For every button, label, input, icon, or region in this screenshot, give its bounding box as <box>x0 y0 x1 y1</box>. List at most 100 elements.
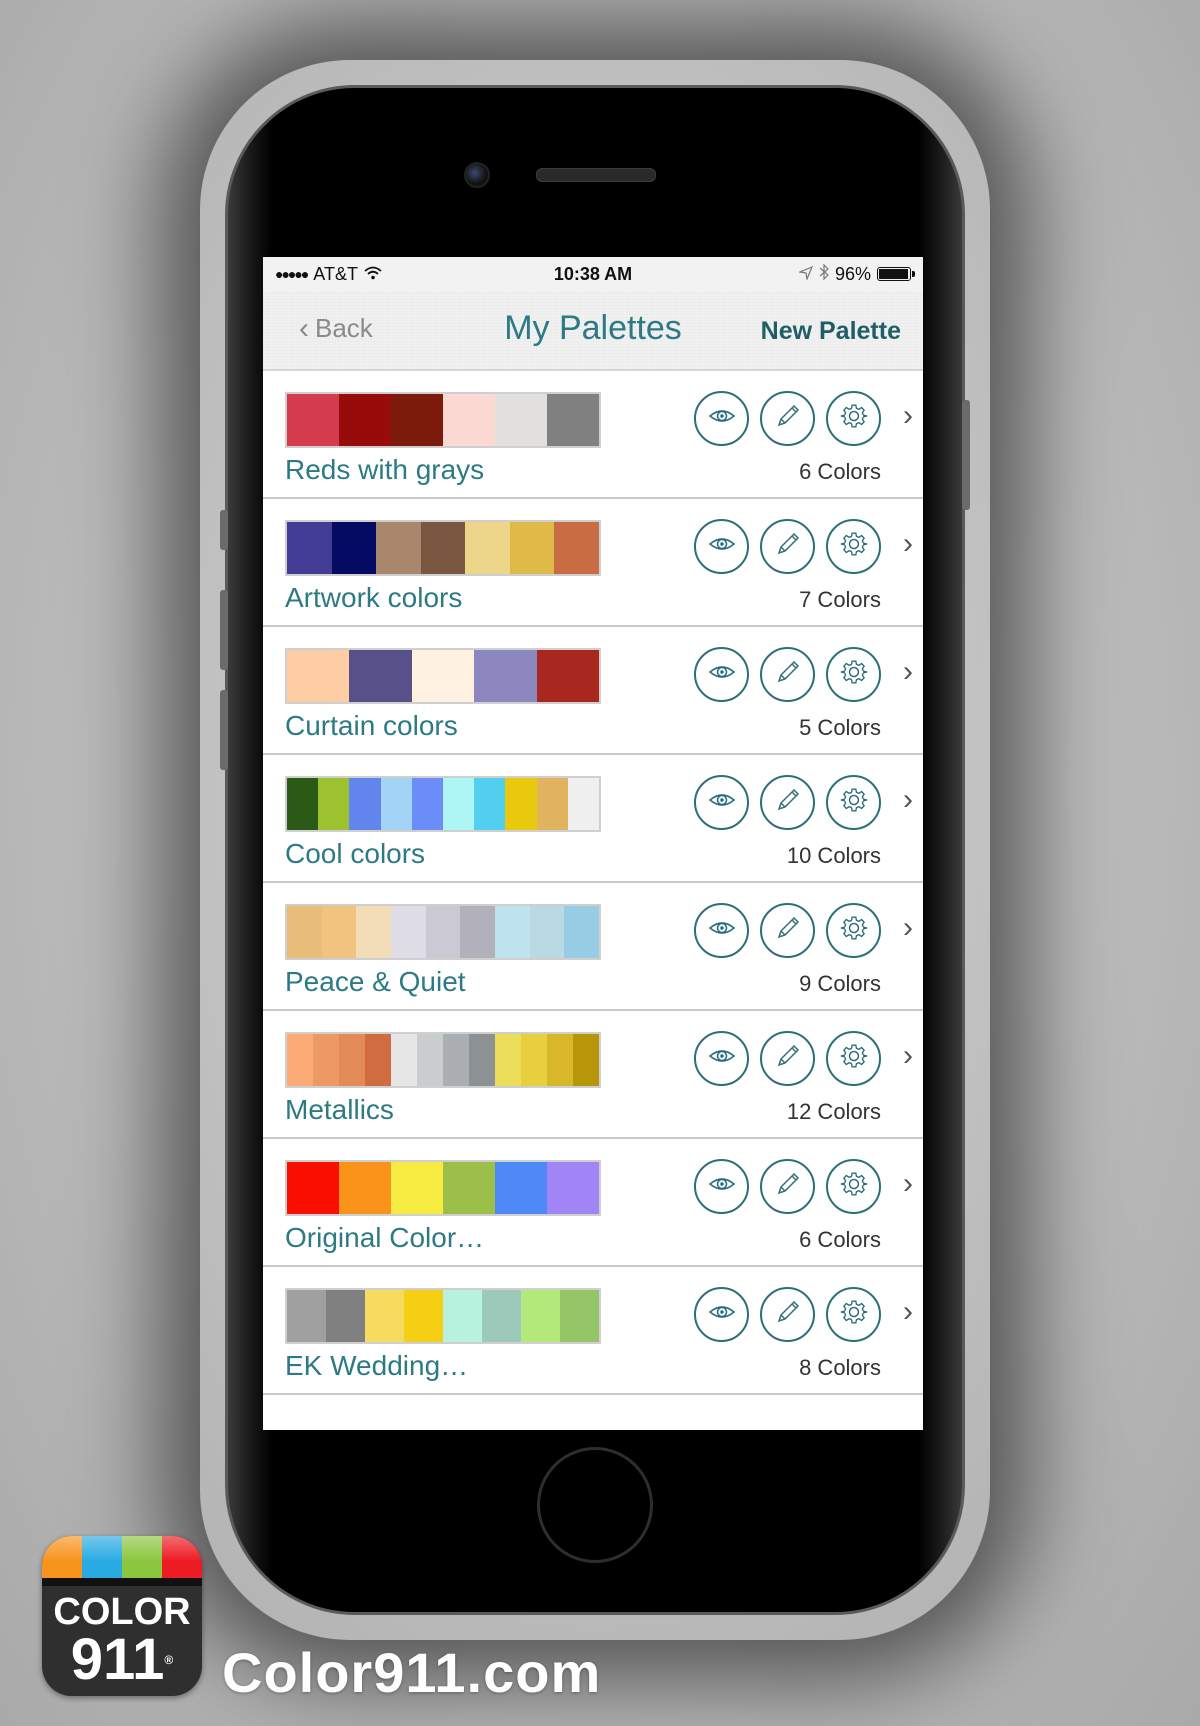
eye-icon <box>707 529 737 564</box>
palette-name[interactable]: Peace & Quiet <box>285 966 466 998</box>
view-palette-button[interactable] <box>694 1287 749 1342</box>
chevron-right-icon[interactable]: › <box>903 399 913 433</box>
view-palette-button[interactable] <box>694 647 749 702</box>
color-swatch <box>391 1162 443 1214</box>
palette-settings-button[interactable] <box>826 519 881 574</box>
palette-settings-button[interactable] <box>826 775 881 830</box>
color-swatch <box>460 906 496 958</box>
palette-actions <box>694 1159 881 1214</box>
color-swatch <box>465 522 510 574</box>
color-swatch <box>443 1034 469 1086</box>
view-palette-button[interactable] <box>694 519 749 574</box>
color-swatch <box>560 1290 599 1342</box>
color-swatch <box>495 1034 521 1086</box>
color-swatch <box>391 394 443 446</box>
palette-settings-button[interactable] <box>826 647 881 702</box>
palette-color-count: 6 Colors <box>799 459 881 484</box>
color-swatch <box>349 778 381 830</box>
palette-settings-button[interactable] <box>826 903 881 958</box>
edit-palette-button[interactable] <box>760 775 815 830</box>
logo-number: 911® <box>42 1631 202 1689</box>
palette-swatches[interactable] <box>285 520 601 576</box>
color-swatch <box>391 906 426 958</box>
color-swatch <box>509 522 555 574</box>
palette-name[interactable]: Cool colors <box>285 838 425 870</box>
palette-settings-button[interactable] <box>826 1287 881 1342</box>
chevron-right-icon[interactable]: › <box>903 1167 913 1201</box>
color-swatch <box>443 778 475 830</box>
palette-row[interactable]: Reds with grays 6 Colors › <box>263 371 923 499</box>
palette-row[interactable]: Cool colors 10 Colors › <box>263 755 923 883</box>
gear-icon <box>839 1041 869 1076</box>
power-button <box>962 400 970 510</box>
edit-palette-button[interactable] <box>760 391 815 446</box>
edit-palette-button[interactable] <box>760 519 815 574</box>
color-swatch <box>564 906 600 958</box>
gear-icon <box>839 401 869 436</box>
palette-swatches[interactable] <box>285 1288 601 1344</box>
palette-settings-button[interactable] <box>826 1159 881 1214</box>
edit-palette-button[interactable] <box>760 1159 815 1214</box>
palette-name[interactable]: Original Color… <box>285 1222 484 1254</box>
palette-swatches[interactable] <box>285 1160 601 1216</box>
edit-palette-button[interactable] <box>760 1287 815 1342</box>
chevron-right-icon[interactable]: › <box>903 783 913 817</box>
color-swatch <box>547 394 599 446</box>
color-swatch <box>443 1162 495 1214</box>
view-palette-button[interactable] <box>694 1159 749 1214</box>
palette-name[interactable]: Reds with grays <box>285 454 484 486</box>
palette-row[interactable]: Curtain colors 5 Colors › <box>263 627 923 755</box>
color-swatch <box>521 1290 560 1342</box>
color-swatch <box>287 906 322 958</box>
palette-actions <box>694 775 881 830</box>
palette-swatches[interactable] <box>285 648 601 704</box>
color-swatch <box>365 1290 404 1342</box>
palette-swatches[interactable] <box>285 392 601 448</box>
chevron-right-icon[interactable]: › <box>903 1295 913 1329</box>
signal-strength-icon: ●●●●● <box>275 266 309 282</box>
home-button[interactable] <box>537 1447 653 1563</box>
chevron-right-icon[interactable]: › <box>903 527 913 561</box>
edit-palette-button[interactable] <box>760 1031 815 1086</box>
color-swatch <box>356 906 392 958</box>
palette-name[interactable]: Metallics <box>285 1094 394 1126</box>
view-palette-button[interactable] <box>694 391 749 446</box>
view-palette-button[interactable] <box>694 1031 749 1086</box>
palette-swatches[interactable] <box>285 1032 601 1088</box>
view-palette-button[interactable] <box>694 903 749 958</box>
battery-icon <box>877 267 915 281</box>
palette-name[interactable]: Artwork colors <box>285 582 462 614</box>
edit-palette-button[interactable] <box>760 903 815 958</box>
palette-row[interactable]: Metallics 12 Colors › <box>263 1011 923 1139</box>
color-swatch <box>482 1290 521 1342</box>
color-swatch <box>495 906 530 958</box>
palette-name[interactable]: Curtain colors <box>285 710 458 742</box>
color-swatch <box>287 1162 339 1214</box>
volume-down-button <box>220 690 228 770</box>
chevron-right-icon[interactable]: › <box>903 911 913 945</box>
palette-settings-button[interactable] <box>826 1031 881 1086</box>
palette-row[interactable]: Artwork colors 7 Colors › <box>263 499 923 627</box>
bluetooth-icon <box>819 263 829 285</box>
gear-icon <box>839 1297 869 1332</box>
palette-name[interactable]: EK Wedding… <box>285 1350 468 1382</box>
battery-fill <box>879 269 908 279</box>
chevron-right-icon[interactable]: › <box>903 1039 913 1073</box>
color-swatch <box>411 650 475 702</box>
color-swatch <box>547 1162 599 1214</box>
palette-color-count: 7 Colors <box>799 587 881 612</box>
new-palette-button[interactable]: New Palette <box>761 317 901 346</box>
palette-row[interactable]: EK Wedding… 8 Colors › <box>263 1267 923 1395</box>
palette-row[interactable]: Peace & Quiet 9 Colors › <box>263 883 923 1011</box>
palette-color-count: 6 Colors <box>799 1227 881 1252</box>
view-palette-button[interactable] <box>694 775 749 830</box>
edit-palette-button[interactable] <box>760 647 815 702</box>
eye-icon <box>707 657 737 692</box>
chevron-right-icon[interactable]: › <box>903 655 913 689</box>
palette-swatches[interactable] <box>285 904 601 960</box>
palette-row[interactable]: Original Color… 6 Colors › <box>263 1139 923 1267</box>
palette-settings-button[interactable] <box>826 391 881 446</box>
palette-swatches[interactable] <box>285 776 601 832</box>
color-swatch <box>536 650 600 702</box>
eye-icon <box>707 1041 737 1076</box>
